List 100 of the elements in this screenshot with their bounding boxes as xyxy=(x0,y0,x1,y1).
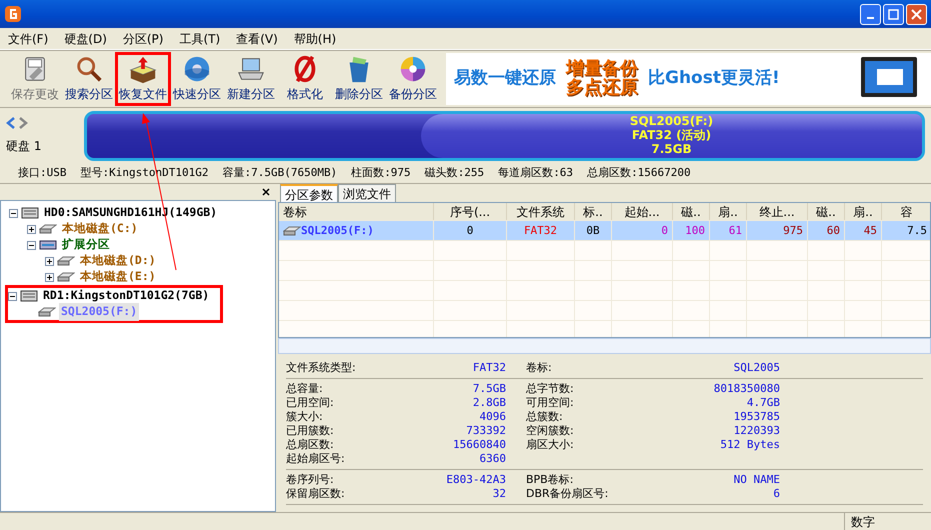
table-cell: 60 xyxy=(826,224,840,237)
table-cell: 7.5 xyxy=(907,224,927,237)
banner-promo-text: 多点还原 xyxy=(566,79,638,98)
column-header[interactable]: 终止... xyxy=(747,203,808,220)
detail-label: 总字节数: xyxy=(526,382,575,396)
detail-value: NO NAME xyxy=(732,473,780,487)
table-cell: 100 xyxy=(685,224,705,237)
app-logo-icon xyxy=(4,5,22,23)
column-header[interactable]: 卷标 xyxy=(279,203,434,220)
banner-tagline: 比Ghost更灵活! xyxy=(648,67,780,90)
column-header[interactable]: 扇.. xyxy=(710,203,747,220)
toolbar-button[interactable]: 删除分区 xyxy=(332,53,386,105)
expand-icon[interactable] xyxy=(45,272,54,282)
menu-item[interactable]: 工具(T) xyxy=(171,30,228,48)
tree-item[interactable]: 本地磁盘(C:) xyxy=(60,220,140,238)
detail-label: 扇区大小: xyxy=(526,438,575,452)
expand-icon[interactable] xyxy=(45,256,54,266)
detail-label: 可用空间: xyxy=(526,396,575,410)
detail-value: 7.5GB xyxy=(472,382,506,396)
detail-value: 15660840 xyxy=(452,438,506,452)
maximize-icon xyxy=(888,8,899,20)
collapse-icon[interactable] xyxy=(9,208,18,218)
table-cell: 975 xyxy=(783,224,803,237)
detail-value: 6 xyxy=(772,487,780,501)
detail-value: 512 Bytes xyxy=(719,438,780,452)
detail-value: 2.8GB xyxy=(472,396,506,410)
close-icon[interactable] xyxy=(262,188,270,196)
minimize-button[interactable] xyxy=(860,4,881,24)
drive-icon xyxy=(283,224,301,237)
detail-value: FAT32 xyxy=(472,361,506,375)
column-header[interactable]: 磁.. xyxy=(808,203,845,220)
table-cell: SQL2005(F:) xyxy=(301,224,374,237)
detail-value: 4.7GB xyxy=(746,396,780,410)
partition-text: SQL2005(F:) xyxy=(630,115,714,129)
detail-label: 卷序列号: xyxy=(286,473,335,487)
expand-icon[interactable] xyxy=(27,224,36,234)
disk-info-text: 磁头数:255 xyxy=(424,165,484,182)
detail-label: 簇大小: xyxy=(286,410,324,424)
close-button[interactable] xyxy=(906,4,927,24)
detail-label: 保留扇区数: xyxy=(286,487,346,501)
minimize-icon xyxy=(867,17,874,19)
menu-item[interactable]: 分区(P) xyxy=(114,30,172,48)
detail-label: 起始扇区号: xyxy=(286,452,346,466)
partition-text: 7.5GB xyxy=(651,142,692,157)
column-header[interactable]: 磁.. xyxy=(673,203,710,220)
tree-item[interactable]: 本地磁盘(E:) xyxy=(78,268,158,286)
tree-item[interactable]: 扩展分区 xyxy=(60,236,112,254)
detail-value: 6360 xyxy=(478,452,506,466)
toolbar-button[interactable]: 快速分区 xyxy=(170,53,224,105)
collapse-icon[interactable] xyxy=(8,292,17,300)
table-cell: FAT32 xyxy=(524,224,558,237)
detail-value: 4096 xyxy=(478,410,506,424)
detail-label: 文件系统类型: xyxy=(286,361,357,375)
column-header[interactable]: 标.. xyxy=(575,203,612,220)
column-header[interactable]: 序号(... xyxy=(434,203,507,220)
column-header[interactable]: 起始... xyxy=(612,203,673,220)
menu-item[interactable]: 硬盘(D) xyxy=(56,30,115,48)
toolbar-button[interactable]: 搜索分区 xyxy=(62,53,116,105)
toolbar-button[interactable]: 备份分区 xyxy=(386,53,440,105)
toolbar-button[interactable]: 恢复文件 xyxy=(116,53,170,105)
partition-block[interactable]: SQL2005(F:) FAT32 (活动) 7.5GB xyxy=(421,114,922,158)
column-header[interactable]: 文件系统 xyxy=(507,203,575,220)
detail-label: 总容量: xyxy=(286,382,324,396)
tab[interactable]: 分区参数 xyxy=(280,184,338,202)
detail-label: 已用簇数: xyxy=(286,424,335,438)
close-icon xyxy=(911,8,922,20)
detail-value: 733392 xyxy=(465,424,506,438)
disk-info-text: 容量:7.5GB(7650MB) xyxy=(222,165,338,182)
partition-text: FAT32 (活动) xyxy=(632,129,712,143)
detail-label: 空闲簇数: xyxy=(526,424,575,438)
horizontal-scrollbar[interactable] xyxy=(278,338,931,354)
disk-label: 硬盘 1 xyxy=(6,138,42,155)
disk-info-text: 接口:USB xyxy=(18,165,66,182)
toolbar-button[interactable]: 格式化 xyxy=(278,53,332,105)
table-cell: 45 xyxy=(864,224,877,237)
drive-icon xyxy=(57,271,75,283)
menu-item[interactable]: 文件(F) xyxy=(0,30,56,48)
tree-item[interactable]: RD1:KingstonDT101G2(7GB) xyxy=(41,287,212,305)
table-row[interactable]: SQL2005(F:) 0 FAT32 0B 0 100 61 975 60 45 7.5 xyxy=(279,221,930,241)
detail-value: SQL2005 xyxy=(732,361,780,375)
drive-icon xyxy=(38,306,56,318)
detail-label: 总扇区数: xyxy=(286,438,335,452)
menu-item[interactable]: 查看(V) xyxy=(228,30,286,48)
collapse-icon[interactable] xyxy=(27,240,36,250)
detail-label: DBR备份扇区号: xyxy=(526,487,610,501)
extended-partition-icon xyxy=(39,239,57,251)
toolbar-button[interactable]: 新建分区 xyxy=(224,53,278,105)
table-cell: 0 xyxy=(661,224,668,237)
column-header[interactable]: 扇.. xyxy=(845,203,882,220)
disk-info-text: 每道扇区数:63 xyxy=(498,165,574,182)
tree-item[interactable]: 本地磁盘(D:) xyxy=(78,252,158,270)
table-cell: 0B xyxy=(586,224,600,237)
maximize-button[interactable] xyxy=(883,4,904,24)
detail-value: 32 xyxy=(492,487,506,501)
column-header[interactable]: 容 xyxy=(882,203,930,220)
detail-label: 卷标: xyxy=(526,361,553,375)
detail-label: 总簇数: xyxy=(526,410,564,424)
tab[interactable]: 浏览文件 xyxy=(338,184,396,202)
detail-label: 已用空间: xyxy=(286,396,335,410)
menu-item[interactable]: 帮助(H) xyxy=(286,30,344,48)
